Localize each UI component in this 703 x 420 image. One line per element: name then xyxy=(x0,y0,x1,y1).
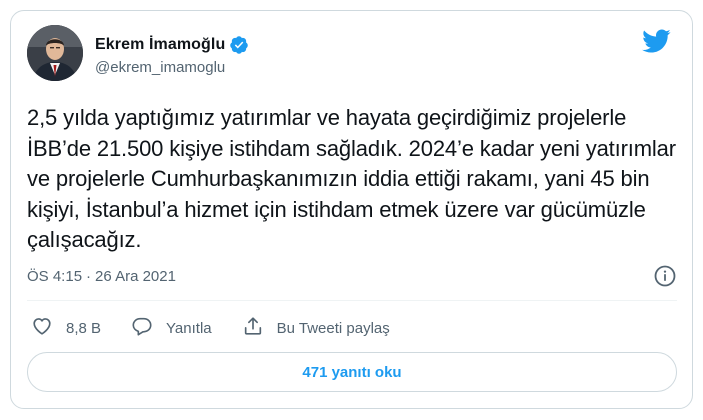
reply-button[interactable]: Yanıtla xyxy=(131,315,212,342)
author-display-name[interactable]: Ekrem İmamoğlu xyxy=(95,36,225,54)
tweet-timestamp[interactable]: ÖS 4:15 · 26 Ara 2021 xyxy=(27,268,176,285)
speech-bubble-icon xyxy=(131,315,153,342)
name-row: Ekrem İmamoğlu xyxy=(95,34,249,56)
tweet-card: Ekrem İmamoğlu @ekrem_imamoglu 2,5 yılda… xyxy=(10,10,693,409)
tweet-header: Ekrem İmamoğlu @ekrem_imamoglu xyxy=(27,25,677,83)
read-replies-button[interactable]: 471 yanıtı oku xyxy=(27,352,677,392)
avatar[interactable] xyxy=(27,25,83,81)
share-button[interactable]: Bu Tweeti paylaş xyxy=(242,315,390,342)
tweet-actions: 8,8 B Yanıtla Bu Tweeti paylaş xyxy=(31,315,420,341)
share-upload-icon xyxy=(242,315,264,342)
tweet-date[interactable]: 26 Ara 2021 xyxy=(95,268,176,285)
author-names: Ekrem İmamoğlu @ekrem_imamoglu xyxy=(95,34,249,76)
author-handle[interactable]: @ekrem_imamoglu xyxy=(95,59,249,76)
share-label: Bu Tweeti paylaş xyxy=(276,319,390,337)
read-replies-label: 471 yanıtı oku xyxy=(302,363,402,381)
like-button[interactable]: 8,8 B xyxy=(31,315,101,342)
tweet-meta: ÖS 4:15 · 26 Ara 2021 xyxy=(27,264,677,288)
avatar-portrait-icon xyxy=(27,25,83,81)
tweet-text: 2,5 yılda yaptığımız yatırımlar ve hayat… xyxy=(27,105,676,252)
heart-icon xyxy=(31,315,53,342)
reply-label: Yanıtla xyxy=(166,319,212,337)
info-icon[interactable] xyxy=(653,264,677,288)
twitter-bird-icon[interactable] xyxy=(641,28,671,54)
timestamp-separator: · xyxy=(86,267,92,285)
divider xyxy=(27,300,677,301)
like-count: 8,8 B xyxy=(66,319,102,337)
tweet-time[interactable]: ÖS 4:15 xyxy=(27,268,82,285)
verified-badge-icon xyxy=(229,35,249,55)
